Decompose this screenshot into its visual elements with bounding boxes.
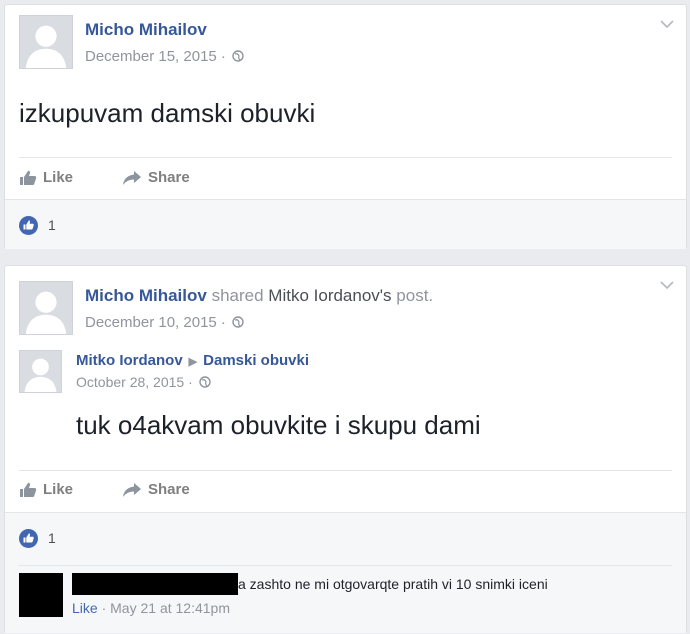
post-timestamp: December 15, 2015 · [85,48,244,65]
post-date[interactable]: December 15, 2015 [85,48,217,65]
author-link[interactable]: Micho Mihailov [85,286,207,305]
post-date[interactable]: December 10, 2015 [85,314,217,331]
comment: a zashto ne mi otgovarqte pratih vi 10 s… [19,573,672,629]
comment-like-link[interactable]: Like [72,600,98,616]
share-button[interactable]: Share [122,481,190,498]
share-arrow-icon [123,170,141,185]
post-card: Micho Mihailov December 15, 2015 · izkup… [4,4,687,249]
like-button[interactable]: Like [19,481,73,498]
like-button[interactable]: Like [19,169,73,186]
divider [19,565,672,566]
commenter-avatar[interactable] [19,573,63,617]
like-label: Like [43,169,74,186]
shared-post-avatar[interactable] [19,350,62,393]
commenter-name[interactable] [72,573,238,595]
avatar[interactable] [19,15,73,69]
like-label: Like [43,481,74,498]
avatar[interactable] [19,281,73,335]
post-text: izkupuvam damski obuvki [19,98,316,128]
comment-time[interactable]: May 21 at 12:41pm [110,600,230,616]
author-link[interactable]: Micho Mihailov [85,20,207,39]
globe-icon [198,375,211,388]
share-button[interactable]: Share [122,169,190,186]
shared-post-date[interactable]: October 28, 2015 [76,374,184,390]
divider [19,470,672,471]
share-arrow-icon [123,482,141,497]
share-label: Share [148,169,190,186]
reaction-count[interactable]: 1 [48,217,56,233]
globe-icon [232,49,244,62]
group-link[interactable]: Damski obuvki [203,352,309,369]
share-label: Share [148,481,190,498]
globe-icon [232,315,244,328]
shared-post-timestamp: October 28, 2015 · [76,374,211,390]
post-card: Micho Mihailov shared Mitko Iordanov's p… [4,265,687,633]
shared-post-text: tuk o4akvam obuvkite i skupu dami [76,410,481,440]
comment-text: a zashto ne mi otgovarqte pratih vi 10 s… [238,576,548,592]
shared-author-link[interactable]: Mitko Iordanov's [268,286,391,305]
comment-meta: Like · May 21 at 12:41pm [72,600,230,616]
reaction-count[interactable]: 1 [48,530,56,546]
thumbs-up-icon [20,482,37,497]
chevron-down-icon[interactable] [660,280,674,290]
reactions-bar: 1 [5,199,686,249]
divider [19,157,672,158]
post-author: Micho Mihailov shared Mitko Iordanov's p… [85,286,434,305]
reactions-bar: 1 a zashto ne mi otgovarqte pratih vi 10… [5,512,686,633]
post-author: Micho Mihailov [85,20,207,40]
post-timestamp: December 10, 2015 · [85,314,244,331]
thumbs-up-icon [20,170,37,185]
triangle-right-icon: ▶ [188,356,198,368]
like-reaction-icon[interactable] [19,529,38,548]
shared-post-author: Mitko Iordanov ▶ Damski obuvki [76,352,309,369]
like-reaction-icon[interactable] [19,216,38,235]
chevron-down-icon[interactable] [660,19,674,29]
shared-author-name[interactable]: Mitko Iordanov [76,352,183,369]
